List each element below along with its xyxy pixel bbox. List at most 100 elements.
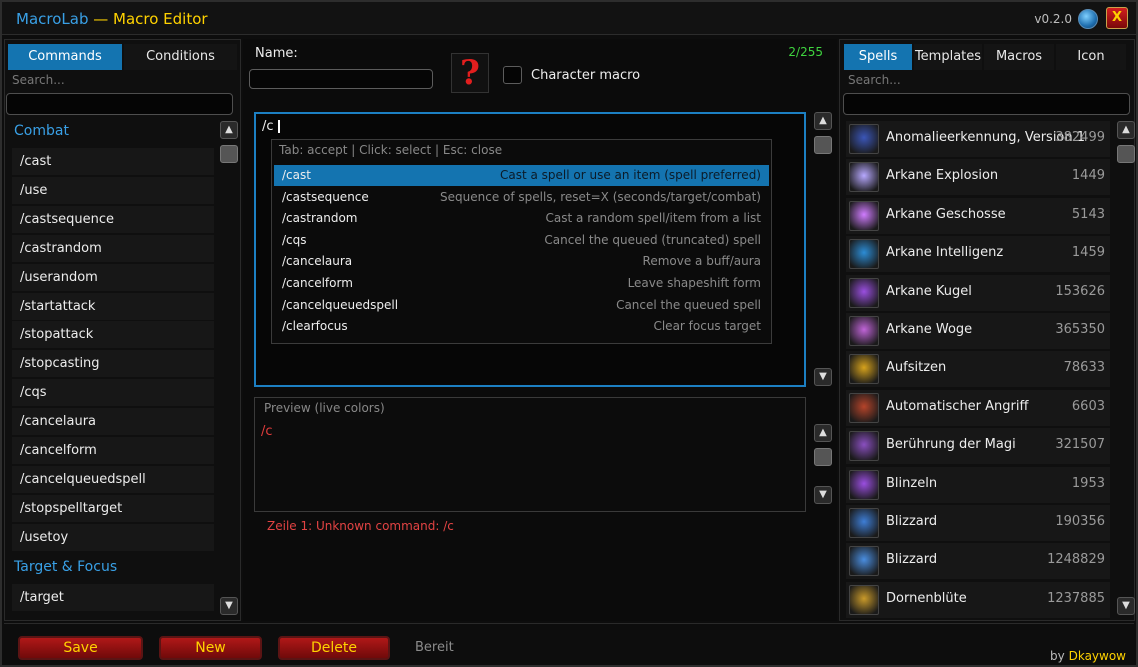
spell-row[interactable]: Arkane Geschosse 5143 [846, 197, 1110, 234]
spell-row[interactable]: Arkane Explosion 1449 [846, 159, 1110, 196]
command-item[interactable]: /cast [12, 148, 214, 175]
autocomplete-description: Remove a buff/aura [642, 254, 761, 269]
autocomplete-item[interactable]: /cancelaura Remove a buff/aura [274, 251, 769, 272]
spell-name: Arkane Explosion [886, 168, 999, 184]
autocomplete-item[interactable]: /castrandom Cast a random spell/item from… [274, 208, 769, 229]
preview-scroll-up-icon[interactable]: ▲ [814, 424, 832, 442]
name-label: Name: [255, 46, 298, 61]
spell-row[interactable]: Blinzeln 1953 [846, 466, 1110, 503]
command-item[interactable]: /cancelaura [12, 408, 214, 436]
autocomplete-item[interactable]: /cqs Cancel the queued (truncated) spell [274, 230, 769, 251]
command-item[interactable]: /castrandom [12, 234, 214, 262]
command-item[interactable]: /castsequence [12, 205, 214, 233]
spell-id: 321507 [1055, 437, 1105, 453]
spell-icon [849, 354, 879, 385]
tab-commands[interactable]: Commands [8, 44, 122, 70]
spell-name: Blinzeln [886, 475, 938, 491]
autocomplete-item[interactable]: /cast Cast a spell or use an item (spell … [274, 165, 769, 186]
editor-scroll-up-icon[interactable]: ▲ [814, 112, 832, 130]
close-button[interactable]: X [1106, 7, 1128, 29]
question-mark-icon[interactable]: ? [451, 53, 489, 93]
window-title: MacroLab — Macro Editor [16, 10, 208, 28]
tab-templates[interactable]: Templates [914, 44, 982, 70]
spell-row[interactable]: Anomalieerkennung, Version 1 382499 [846, 121, 1110, 157]
scroll-up-icon[interactable]: ▲ [220, 121, 238, 139]
autocomplete-command: /castrandom [282, 211, 358, 226]
editor-scrollbar-thumb[interactable] [814, 136, 832, 154]
autocomplete-item[interactable]: /cancelform Leave shapeshift form [274, 273, 769, 294]
spell-row[interactable]: Automatischer Angriff 6603 [846, 389, 1110, 426]
preview-label: Preview (live colors) [264, 401, 385, 415]
spell-icon [849, 200, 879, 231]
command-item[interactable]: /use [12, 176, 214, 204]
spell-name: Aufsitzen [886, 360, 947, 376]
command-item[interactable]: /stopspelltarget [12, 494, 214, 522]
command-item[interactable]: /cqs [12, 379, 214, 407]
spell-icon [849, 546, 879, 577]
spell-row[interactable]: Dornenblüte 1237885 [846, 581, 1110, 618]
commands-search-input[interactable] [6, 93, 233, 115]
spell-row[interactable]: Blizzard 190356 [846, 505, 1110, 541]
macro-text-editor[interactable]: /c Tab: accept | Click: select | Esc: cl… [254, 112, 806, 387]
scroll-down-icon[interactable]: ▼ [220, 597, 238, 615]
spell-icon [849, 431, 879, 462]
command-item[interactable]: /cancelqueuedspell [12, 465, 214, 493]
spell-row[interactable]: Arkane Kugel 153626 [846, 274, 1110, 311]
author-name[interactable]: Dkaywow [1069, 649, 1126, 663]
text-cursor [278, 120, 280, 133]
spell-id: 190356 [1055, 514, 1105, 529]
category-header: Combat [14, 123, 69, 139]
globe-icon[interactable] [1078, 9, 1098, 29]
spell-row[interactable]: Blizzard 1248829 [846, 543, 1110, 580]
spells-search-input[interactable] [843, 93, 1130, 115]
spell-name: Arkane Intelligenz [886, 245, 1004, 261]
autocomplete-item[interactable]: /castsequence Sequence of spells, reset=X… [274, 187, 769, 208]
spells-scroll-down-icon[interactable]: ▼ [1117, 597, 1135, 615]
search-label: Search... [848, 73, 901, 87]
command-item[interactable]: /target [12, 583, 214, 611]
spell-id: 153626 [1055, 283, 1105, 299]
spell-name: Arkane Geschosse [886, 206, 1006, 222]
spell-icon [849, 392, 879, 423]
character-macro-checkbox[interactable] [503, 66, 522, 84]
spell-id: 1237885 [1047, 590, 1105, 606]
new-button[interactable]: New [159, 636, 262, 660]
tab-icon[interactable]: Icon [1056, 44, 1126, 70]
command-item[interactable]: /cancelform [12, 437, 214, 464]
preview-scroll-down-icon[interactable]: ▼ [814, 486, 832, 504]
spell-icon [849, 239, 879, 270]
spells-scrollbar-thumb[interactable] [1117, 145, 1135, 163]
macro-name-input[interactable] [249, 69, 433, 89]
command-item[interactable]: /stopattack [12, 321, 214, 349]
command-item[interactable]: /startattack [12, 292, 214, 320]
spell-icon [849, 277, 879, 308]
autocomplete-description: Cancel the queued (truncated) spell [544, 232, 761, 247]
spell-name: Blizzard [886, 514, 938, 529]
tab-macros[interactable]: Macros [984, 44, 1054, 70]
preview-scrollbar-thumb[interactable] [814, 448, 832, 466]
autocomplete-item[interactable]: /cancelqueuedspell Cancel the queued spel… [274, 295, 769, 316]
command-item[interactable]: /stopcasting [12, 350, 214, 378]
delete-button[interactable]: Delete [278, 636, 390, 660]
autocomplete-description: Cast a spell or use an item (spell prefe… [499, 168, 761, 182]
autocomplete-item[interactable]: /clearfocus Clear focus target [274, 316, 769, 337]
autocomplete-hint: Tab: accept | Click: select | Esc: close [279, 143, 503, 157]
commands-panel: Commands Conditions Search... Combat/cas… [4, 39, 241, 621]
spell-row[interactable]: Arkane Woge 365350 [846, 313, 1110, 349]
save-button[interactable]: Save [18, 636, 143, 660]
tab-conditions[interactable]: Conditions [124, 44, 237, 70]
spell-row[interactable]: Arkane Intelligenz 1459 [846, 236, 1110, 273]
editor-scroll-down-icon[interactable]: ▼ [814, 368, 832, 386]
tab-spells[interactable]: Spells [844, 44, 912, 70]
command-item[interactable]: /usetoy [12, 523, 214, 551]
spell-row[interactable]: Berührung der Magi 321507 [846, 428, 1110, 465]
spell-icon [849, 124, 879, 154]
spell-id: 78633 [1063, 360, 1105, 376]
spells-scroll-up-icon[interactable]: ▲ [1117, 121, 1135, 139]
spell-row[interactable]: Aufsitzen 78633 [846, 351, 1110, 388]
scrollbar-thumb[interactable] [220, 145, 238, 163]
autocomplete-description: Cast a random spell/item from a list [545, 211, 761, 226]
command-item[interactable]: /userandom [12, 263, 214, 291]
spell-name: Dornenblüte [886, 590, 967, 606]
status-text: Bereit [415, 640, 454, 655]
